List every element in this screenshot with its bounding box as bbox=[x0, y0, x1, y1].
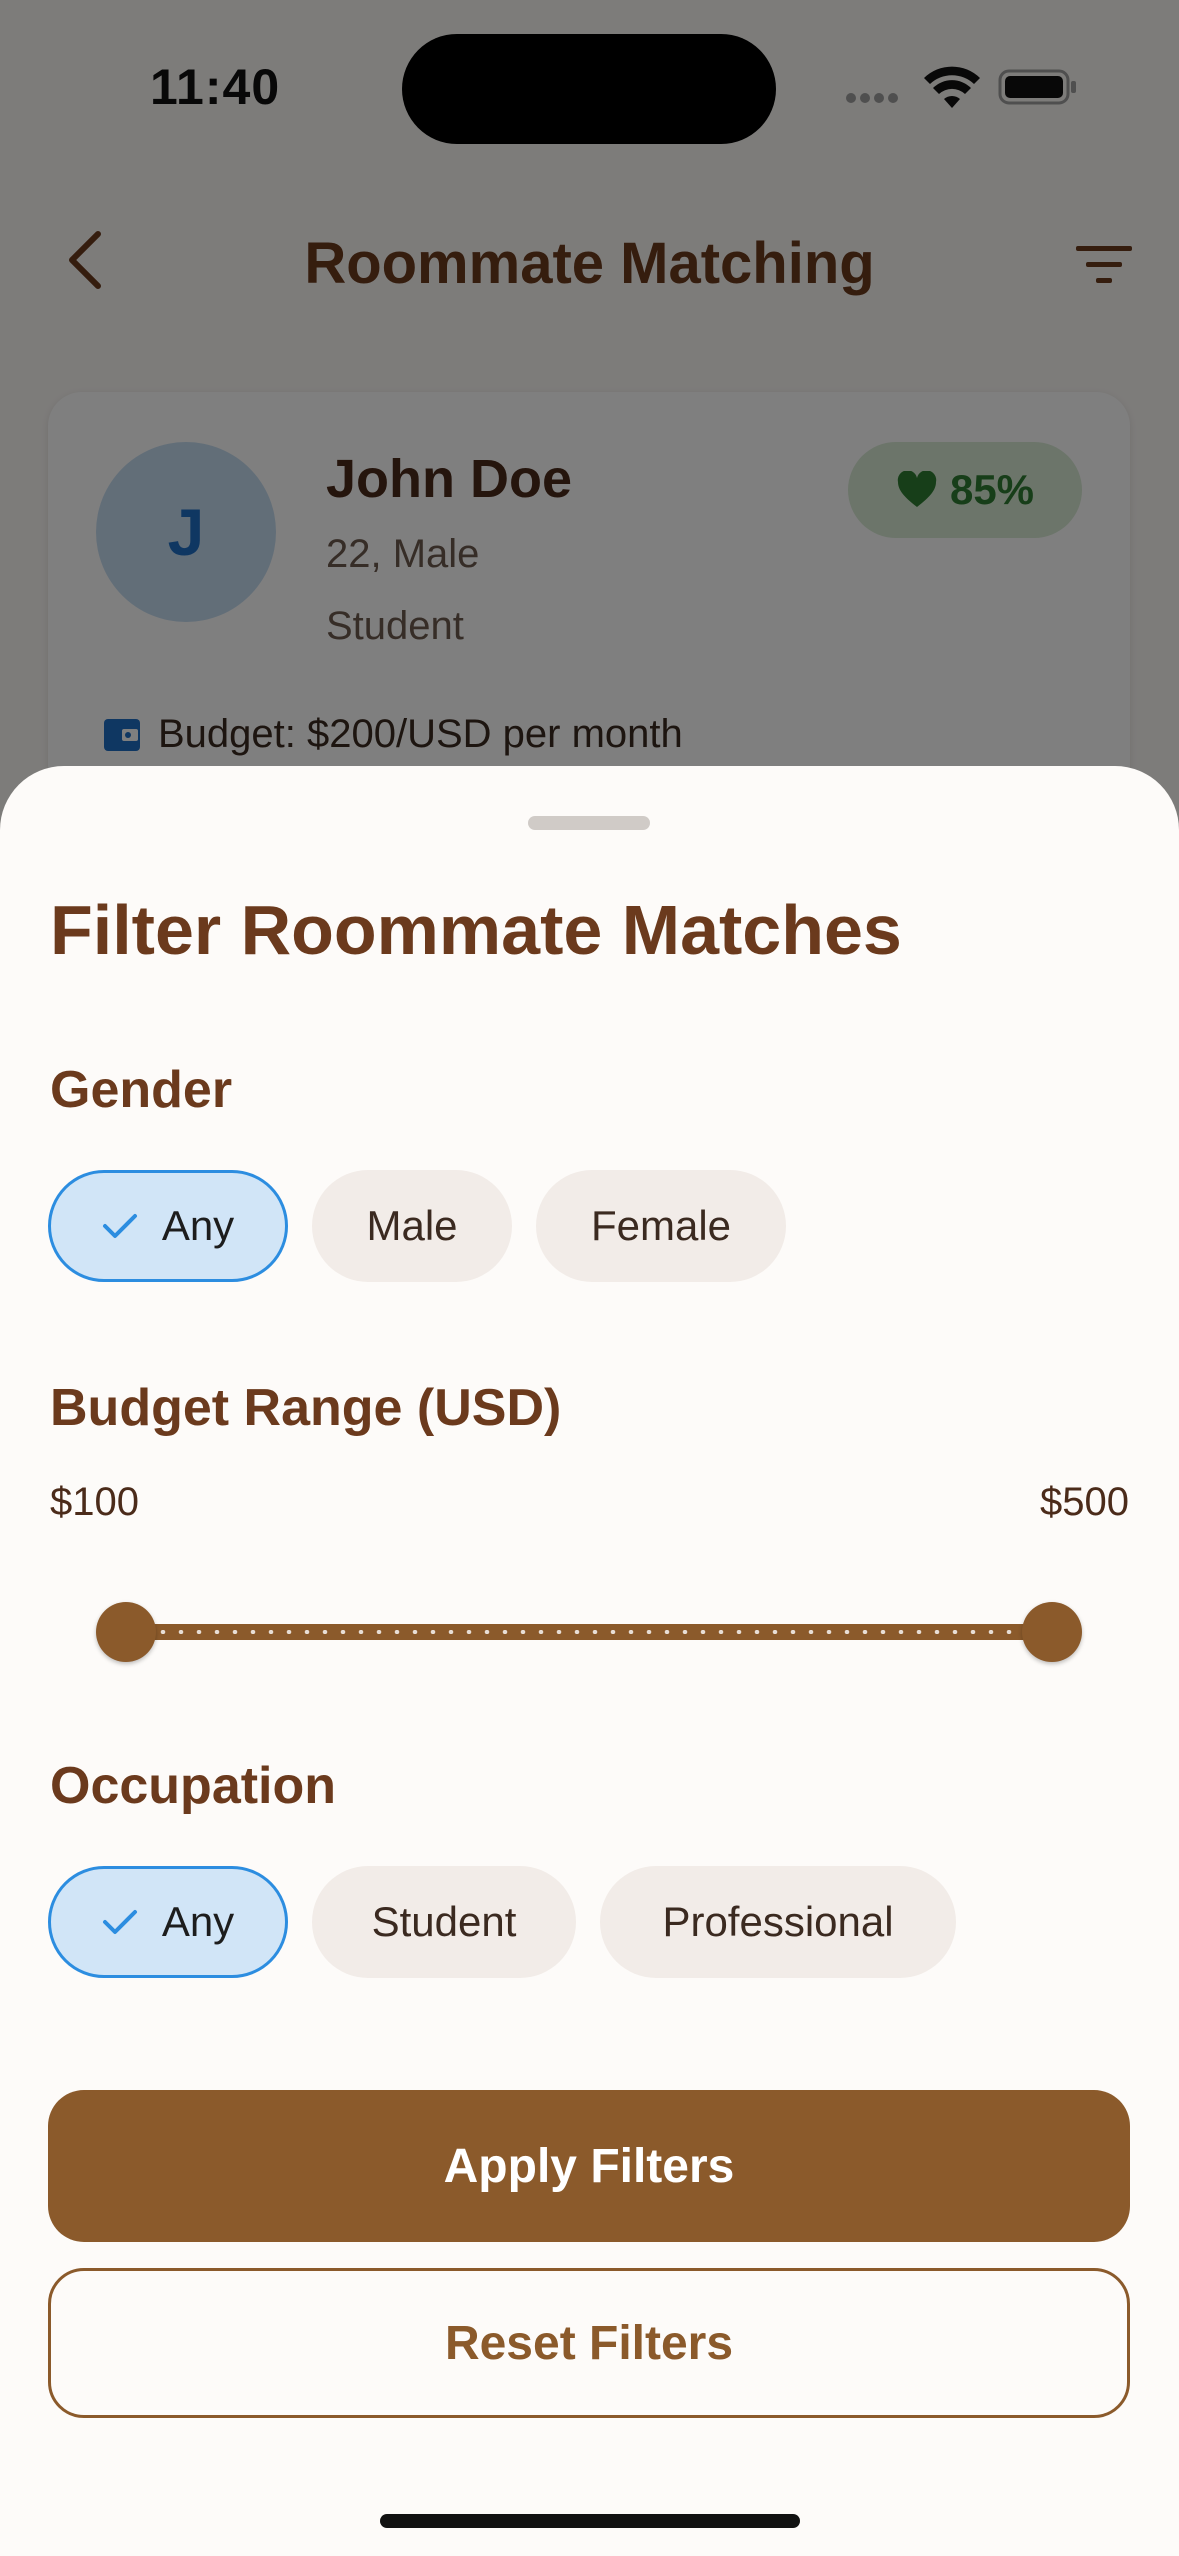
chip-label: Student bbox=[371, 1898, 517, 1945]
occupation-chip-professional[interactable]: Professional bbox=[600, 1866, 956, 1978]
occupation-chip-student[interactable]: Student bbox=[312, 1866, 576, 1978]
gender-chip-female[interactable]: Female bbox=[536, 1170, 786, 1282]
budget-min-value: $100 bbox=[50, 1480, 139, 1524]
budget-range-slider[interactable] bbox=[96, 1602, 1082, 1662]
slider-thumb-max[interactable] bbox=[1022, 1602, 1082, 1662]
sheet-drag-handle[interactable] bbox=[528, 816, 650, 830]
slider-tick-marks bbox=[136, 1630, 1042, 1634]
filter-bottom-sheet: Filter Roommate Matches Gender Any Male … bbox=[0, 766, 1179, 2556]
chip-label: Any bbox=[161, 1898, 235, 1945]
budget-max-value: $500 bbox=[1040, 1480, 1129, 1524]
occupation-chip-any[interactable]: Any bbox=[48, 1866, 288, 1978]
check-icon bbox=[102, 1910, 137, 1934]
chip-label: Male bbox=[366, 1202, 458, 1249]
chip-label: Professional bbox=[662, 1898, 894, 1945]
reset-filters-button[interactable]: Reset Filters bbox=[48, 2268, 1130, 2418]
sheet-title: Filter Roommate Matches bbox=[50, 891, 902, 969]
gender-label: Gender bbox=[50, 1061, 233, 1119]
check-icon bbox=[102, 1214, 137, 1238]
slider-thumb-min[interactable] bbox=[96, 1602, 156, 1662]
occupation-label: Occupation bbox=[50, 1757, 337, 1815]
gender-chip-any[interactable]: Any bbox=[48, 1170, 288, 1282]
budget-range-label: Budget Range (USD) bbox=[50, 1379, 562, 1437]
chip-label: Any bbox=[161, 1202, 235, 1249]
apply-filters-button[interactable]: Apply Filters bbox=[48, 2090, 1130, 2242]
home-indicator[interactable] bbox=[380, 2514, 800, 2528]
chip-label: Female bbox=[590, 1202, 732, 1249]
gender-chip-male[interactable]: Male bbox=[312, 1170, 512, 1282]
